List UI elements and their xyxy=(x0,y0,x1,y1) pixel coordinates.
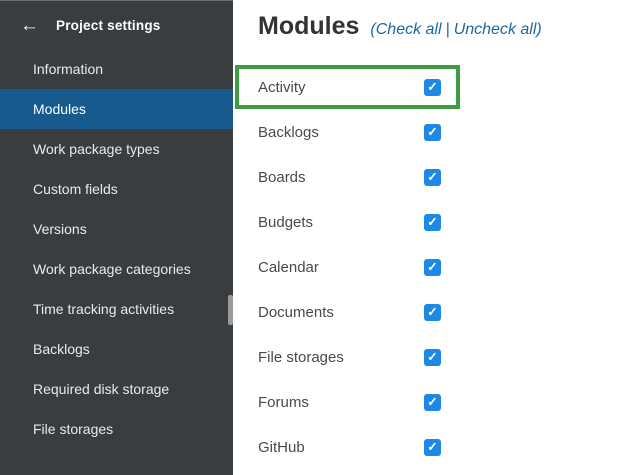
module-label: Boards xyxy=(258,169,424,186)
module-checkbox-forums[interactable]: ✓ xyxy=(424,394,441,411)
sidebar-item-file-storages[interactable]: File storages xyxy=(0,409,233,449)
checkmark-icon: ✓ xyxy=(427,306,437,319)
module-row-budgets: Budgets ✓ xyxy=(233,200,637,245)
sidebar-item-information[interactable]: Information xyxy=(0,49,233,89)
sidebar-item-time-tracking-activities[interactable]: Time tracking activities xyxy=(0,289,233,329)
sidebar-title: Project settings xyxy=(56,18,160,33)
page-title: Modules xyxy=(258,11,359,41)
module-checkbox-backlogs[interactable]: ✓ xyxy=(424,124,441,141)
back-arrow-icon[interactable]: ← xyxy=(20,16,39,35)
paren-close: ) xyxy=(536,21,541,38)
module-label: GitHub xyxy=(258,439,424,456)
main-header: Modules (Check all|Uncheck all) xyxy=(233,0,637,41)
sidebar-item-versions[interactable]: Versions xyxy=(0,209,233,249)
module-label: Documents xyxy=(258,304,424,321)
module-row-documents: Documents ✓ xyxy=(233,290,637,335)
module-checkbox-github[interactable]: ✓ xyxy=(424,439,441,456)
link-separator: | xyxy=(442,21,454,38)
checkmark-icon: ✓ xyxy=(427,81,437,94)
checkmark-icon: ✓ xyxy=(427,396,437,409)
sidebar-item-work-package-types[interactable]: Work package types xyxy=(0,129,233,169)
module-checkbox-budgets[interactable]: ✓ xyxy=(424,214,441,231)
checkmark-icon: ✓ xyxy=(427,441,437,454)
module-checkbox-calendar[interactable]: ✓ xyxy=(424,259,441,276)
module-row-backlogs: Backlogs ✓ xyxy=(233,110,637,155)
module-checkbox-documents[interactable]: ✓ xyxy=(424,304,441,321)
sidebar-item-modules[interactable]: Modules xyxy=(0,89,233,129)
uncheck-all-link[interactable]: Uncheck all xyxy=(454,21,537,38)
bulk-check-links: (Check all|Uncheck all) xyxy=(370,21,541,39)
module-label: Activity xyxy=(258,79,424,96)
module-row-boards: Boards ✓ xyxy=(233,155,637,200)
checkmark-icon: ✓ xyxy=(427,351,437,364)
module-row-file-storages: File storages ✓ xyxy=(233,335,637,380)
sidebar-item-work-package-categories[interactable]: Work package categories xyxy=(0,249,233,289)
sidebar-item-custom-fields[interactable]: Custom fields xyxy=(0,169,233,209)
module-checkbox-file-storages[interactable]: ✓ xyxy=(424,349,441,366)
checkmark-icon: ✓ xyxy=(427,216,437,229)
sidebar-header: ← Project settings xyxy=(0,1,233,49)
module-list: Activity ✓ Backlogs ✓ Boards ✓ Budgets ✓… xyxy=(233,65,637,470)
module-row-github: GitHub ✓ xyxy=(233,425,637,470)
module-label: Calendar xyxy=(258,259,424,276)
module-label: Budgets xyxy=(258,214,424,231)
project-settings-screen: ← Project settings Information Modules W… xyxy=(0,0,637,475)
module-checkbox-activity[interactable]: ✓ xyxy=(424,79,441,96)
check-all-link[interactable]: Check all xyxy=(376,21,442,38)
module-checkbox-boards[interactable]: ✓ xyxy=(424,169,441,186)
module-row-activity: Activity ✓ xyxy=(233,65,637,110)
sidebar: ← Project settings Information Modules W… xyxy=(0,0,233,475)
module-label: Forums xyxy=(258,394,424,411)
checkmark-icon: ✓ xyxy=(427,126,437,139)
module-label: Backlogs xyxy=(258,124,424,141)
module-row-calendar: Calendar ✓ xyxy=(233,245,637,290)
sidebar-item-backlogs[interactable]: Backlogs xyxy=(0,329,233,369)
checkmark-icon: ✓ xyxy=(427,171,437,184)
sidebar-nav: Information Modules Work package types C… xyxy=(0,49,233,449)
modules-settings-panel: Modules (Check all|Uncheck all) Activity… xyxy=(233,0,637,475)
checkmark-icon: ✓ xyxy=(427,261,437,274)
module-row-forums: Forums ✓ xyxy=(233,380,637,425)
sidebar-item-required-disk-storage[interactable]: Required disk storage xyxy=(0,369,233,409)
module-label: File storages xyxy=(258,349,424,366)
